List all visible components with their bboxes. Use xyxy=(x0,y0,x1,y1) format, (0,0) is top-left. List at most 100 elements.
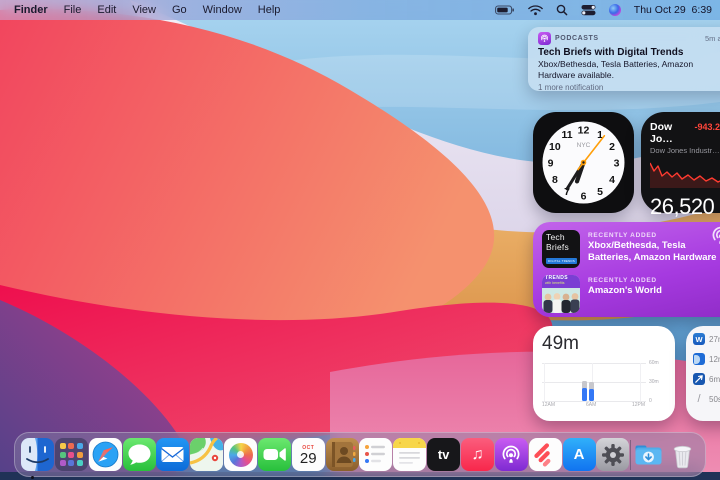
stock-price: 26,520 xyxy=(650,194,715,219)
slash-app-icon: / xyxy=(697,393,701,405)
dock: OCT 29 tv ♫ A xyxy=(14,432,706,477)
podcast-item[interactable]: Tech Briefs DIGITAL TRENDS RECENTLY ADDE… xyxy=(542,230,720,268)
notification-title: Tech Briefs with Digital Trends xyxy=(538,47,684,58)
dock-trash-icon[interactable] xyxy=(666,438,699,471)
notification-time-ago: 5m ago xyxy=(704,34,720,43)
dock-facetime-icon[interactable] xyxy=(257,438,291,471)
menu-file[interactable]: File xyxy=(56,4,90,16)
dock-photos-icon[interactable] xyxy=(224,438,258,471)
svg-text:4: 4 xyxy=(609,174,615,186)
app-usage-row: / 50s xyxy=(693,393,720,405)
menu-go[interactable]: Go xyxy=(164,4,195,16)
app-usage-time: 6m xyxy=(709,374,720,384)
dock-news-icon[interactable] xyxy=(528,438,562,471)
notification-body: Xbox/Bethesda, Tesla Batteries, Amazon H… xyxy=(538,59,694,80)
wifi-icon[interactable] xyxy=(527,4,543,16)
usage-bar-blue xyxy=(582,388,587,401)
app-usage-row: W 27m xyxy=(693,333,720,345)
app-usage-time: 12m xyxy=(709,354,720,364)
notification-more[interactable]: 1 more notification xyxy=(538,83,720,92)
clock-widget[interactable]: 12 1 2 3 4 5 6 7 8 9 10 11 NYC xyxy=(533,112,634,213)
stocks-widget[interactable]: Dow Jo… -943.2 Dow Jones Industr… 26,520 xyxy=(641,112,720,219)
svg-text:11: 11 xyxy=(561,129,572,141)
dock-mail-icon[interactable] xyxy=(156,438,190,471)
screen-time-chart: 60m 30m 0 12AM 6AM 12PM xyxy=(542,359,666,408)
svg-text:9: 9 xyxy=(548,158,554,170)
menu-bar: Finder File Edit View Go Window Help Thu… xyxy=(0,0,720,20)
podcast-episode-title: Xbox/Bethesda, Tesla Batteries, Amazon H… xyxy=(588,240,717,264)
dock-downloads-icon[interactable] xyxy=(632,438,665,471)
podcast-item[interactable]: TRENDS with benefits RECENTLY ADDED Amaz… xyxy=(542,275,720,313)
svg-text:2: 2 xyxy=(609,141,615,153)
desktop: Finder File Edit View Go Window Help Thu… xyxy=(0,0,720,480)
svg-text:6: 6 xyxy=(581,191,587,203)
dock-maps-icon[interactable] xyxy=(190,438,224,471)
dock-reminders-icon[interactable] xyxy=(359,438,393,471)
recently-added-label: RECENTLY ADDED xyxy=(588,232,657,239)
dock-tv-icon[interactable]: tv xyxy=(427,438,461,471)
screen-time-total: 49m xyxy=(542,333,579,354)
siri-icon[interactable] xyxy=(608,4,621,16)
notification-app-name: PODCASTS xyxy=(555,35,599,42)
podcasts-app-icon xyxy=(538,32,551,45)
y-tick: 60m xyxy=(649,360,659,366)
dock-app-store-icon[interactable]: A xyxy=(562,438,596,471)
clock-city-label: NYC xyxy=(577,142,591,149)
dock-messages-icon[interactable] xyxy=(122,438,156,471)
app-menus: Finder File Edit View Go Window Help xyxy=(0,4,288,16)
menu-window[interactable]: Window xyxy=(195,4,250,16)
dock-notes-icon[interactable] xyxy=(393,438,427,471)
battery-icon[interactable] xyxy=(494,4,515,16)
trends-artwork: TRENDS with benefits xyxy=(542,275,580,313)
menu-help[interactable]: Help xyxy=(250,4,289,16)
usage-bar-blue xyxy=(589,389,594,401)
app-usage-time: 27m xyxy=(709,334,720,344)
app-usage-time: 50s xyxy=(709,394,720,404)
dock-calendar-icon[interactable]: OCT 29 xyxy=(291,438,325,471)
control-center-icon[interactable] xyxy=(581,4,596,16)
stock-sparkline xyxy=(649,162,720,188)
notification-podcasts[interactable]: PODCASTS 5m ago Tech Briefs with Digital… xyxy=(528,27,720,92)
y-tick: 0 xyxy=(649,398,652,404)
dock-divider xyxy=(630,439,632,470)
stock-symbol: Dow Jo… xyxy=(650,121,673,145)
dock-finder-icon[interactable] xyxy=(21,438,54,471)
app-usage-row: 6m xyxy=(693,373,720,385)
svg-text:10: 10 xyxy=(549,141,561,153)
dock-launchpad-icon[interactable] xyxy=(54,438,88,471)
word-app-icon: W xyxy=(693,333,705,345)
dock-contacts-icon[interactable] xyxy=(325,438,359,471)
stock-name: Dow Jones Industr… xyxy=(650,146,720,155)
app-usage-row: 12m xyxy=(693,353,720,365)
podcasts-widget[interactable]: Tech Briefs DIGITAL TRENDS RECENTLY ADDE… xyxy=(533,222,720,317)
finder-running-indicator xyxy=(31,476,34,479)
svg-text:12: 12 xyxy=(578,125,590,137)
screen-time-widget[interactable]: 49m 60m 30m 0 12AM 6AM 12PM xyxy=(533,326,675,421)
podcasts-glyph-icon xyxy=(710,225,720,252)
recently-added-label: RECENTLY ADDED xyxy=(588,277,657,284)
stock-change: -943.2 xyxy=(694,122,720,132)
x-tick: 12PM xyxy=(632,402,646,408)
blue-arrow-app-icon xyxy=(693,373,705,385)
spotlight-search-icon[interactable] xyxy=(556,4,568,16)
status-bar: Thu Oct 29 6:39 xyxy=(494,4,720,16)
menu-bar-clock[interactable]: Thu Oct 29 6:39 xyxy=(634,4,712,16)
notification-header: PODCASTS 5m ago xyxy=(538,32,720,45)
analog-clock: 12 1 2 3 4 5 6 7 8 9 10 11 NYC xyxy=(542,121,625,204)
x-tick: 6AM xyxy=(586,402,597,408)
menu-edit[interactable]: Edit xyxy=(89,4,124,16)
svg-text:5: 5 xyxy=(597,186,603,198)
dock-podcasts-icon[interactable] xyxy=(494,438,528,471)
dock-music-icon[interactable]: ♫ xyxy=(460,438,494,471)
dock-system-preferences-icon[interactable] xyxy=(596,438,630,471)
tech-briefs-artwork: Tech Briefs DIGITAL TRENDS xyxy=(542,230,580,268)
podcast-episode-title: Amazon's World xyxy=(588,285,662,296)
menu-view[interactable]: View xyxy=(124,4,164,16)
app-usage-widget[interactable]: W 27m 12m 6m / 50s xyxy=(686,326,720,421)
svg-text:8: 8 xyxy=(552,174,558,186)
blue-doc-app-icon xyxy=(693,353,705,365)
svg-text:3: 3 xyxy=(614,158,620,170)
menu-finder[interactable]: Finder xyxy=(6,4,56,16)
x-tick: 12AM xyxy=(542,402,556,408)
dock-safari-icon[interactable] xyxy=(88,438,122,471)
